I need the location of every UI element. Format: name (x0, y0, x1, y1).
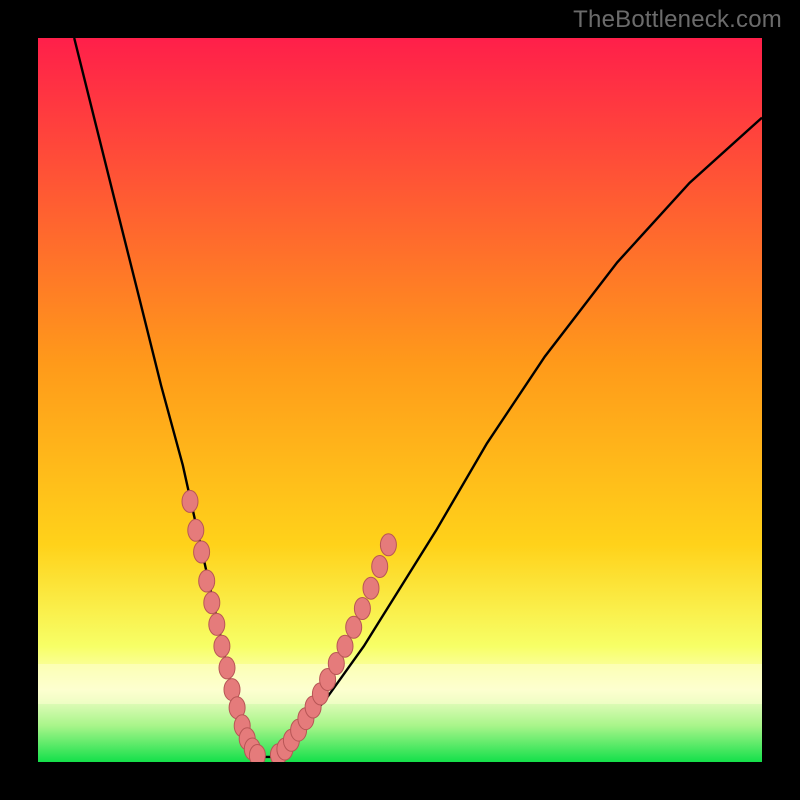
data-dot (219, 657, 235, 679)
data-dot (372, 556, 388, 578)
data-dot (249, 745, 265, 763)
plot-area (38, 38, 762, 762)
data-dot (209, 613, 225, 635)
chart-svg (38, 38, 762, 762)
data-dot (380, 534, 396, 556)
data-dot (204, 592, 220, 614)
data-dot (337, 635, 353, 657)
pale-band (38, 664, 762, 704)
chart-outer-frame: TheBottleneck.com (0, 0, 800, 800)
data-dot (214, 635, 230, 657)
data-dot (182, 490, 198, 512)
watermark-text: TheBottleneck.com (573, 6, 782, 34)
gradient-background (38, 38, 762, 762)
data-dot (363, 577, 379, 599)
data-dot (346, 616, 362, 638)
data-dot (199, 570, 215, 592)
data-dot (354, 598, 370, 620)
data-dot (188, 519, 204, 541)
data-dot (194, 541, 210, 563)
